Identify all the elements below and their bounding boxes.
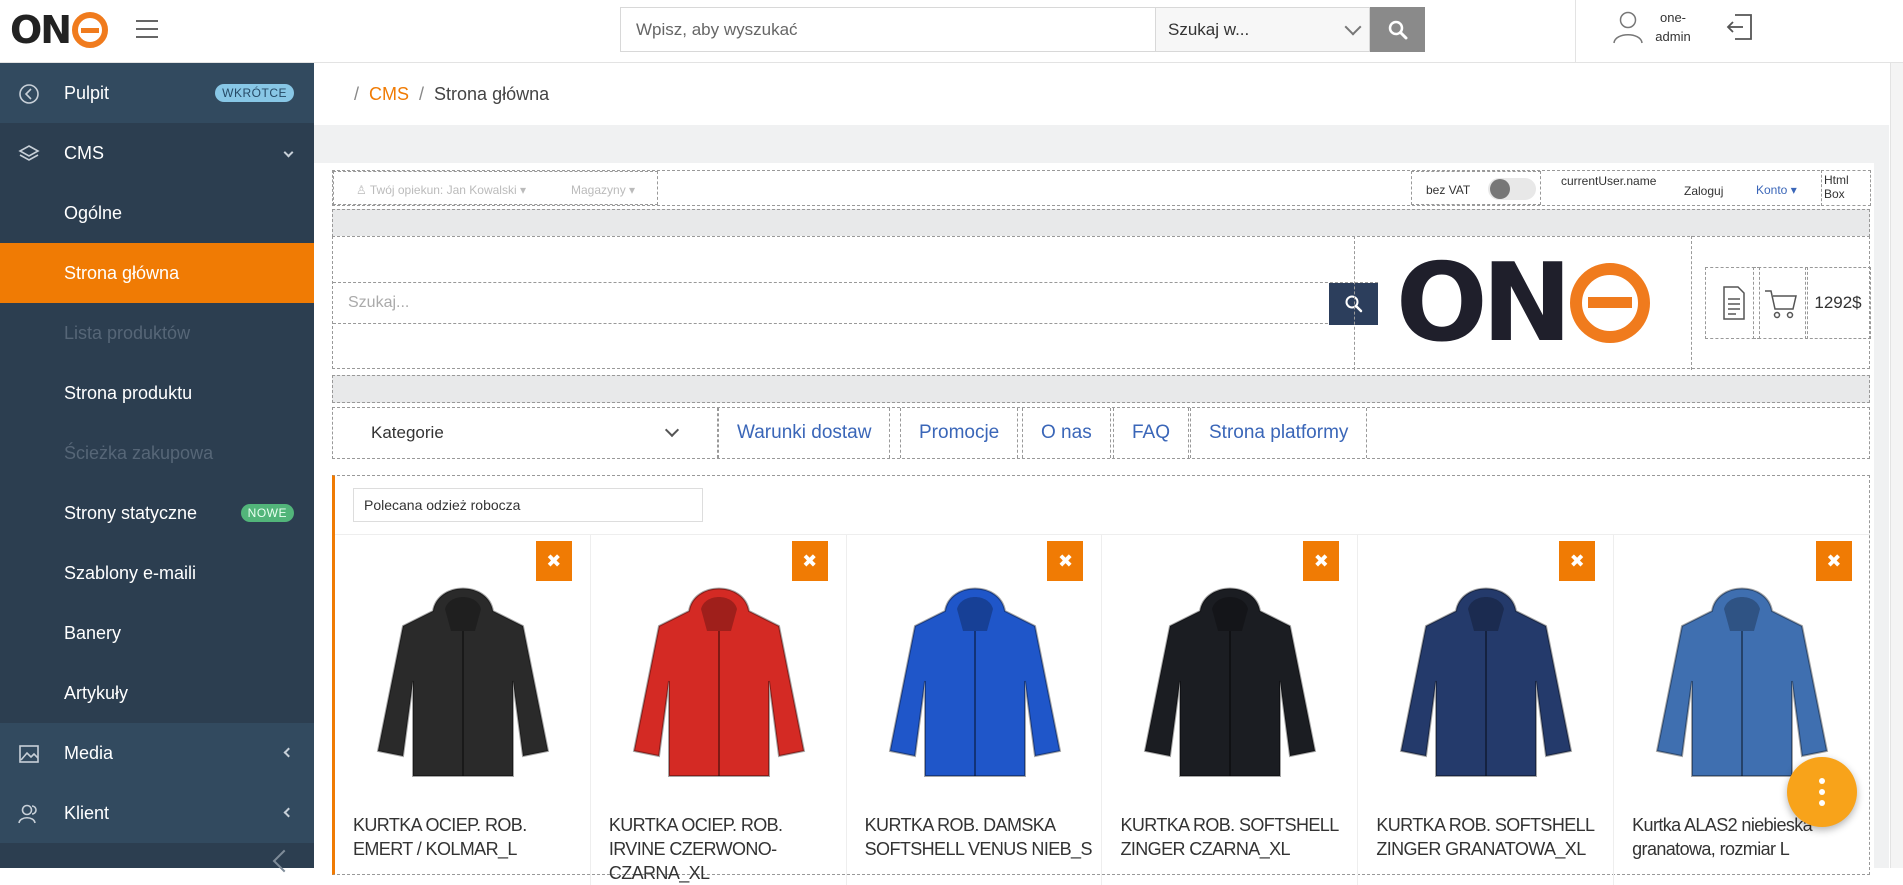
global-search-input[interactable] — [620, 7, 1155, 52]
sidebar-item-media[interactable]: Media — [0, 723, 314, 783]
sidebar-item-strony-statyczne[interactable]: Strony statyczne NOWE — [0, 483, 314, 543]
sidebar-item-cms[interactable]: CMS — [0, 123, 314, 183]
sidebar: Pulpit WKRÓTCE CMS Ogólne Strona główna … — [0, 63, 314, 873]
layers-icon — [18, 145, 40, 161]
chevron-left-icon — [283, 807, 294, 818]
nav-link-about[interactable]: O nas — [1022, 408, 1111, 458]
dot-icon — [1819, 789, 1825, 795]
nav-link-faq[interactable]: FAQ — [1113, 408, 1190, 458]
product-tile[interactable]: ✖ KURTKA ROB. SOFTSHELL ZINGER CZARNA_XL — [1102, 535, 1359, 885]
search-icon — [1388, 20, 1407, 39]
search-scope-value: Szukaj w... — [1168, 19, 1250, 39]
shop-search-input[interactable] — [333, 283, 1329, 323]
sidebar-item-strona-glowna[interactable]: Strona główna — [0, 243, 314, 303]
preview-top-bar[interactable]: ♙ Twój opiekun: Jan Kowalski ▾ Magazyny … — [332, 170, 1871, 206]
document-icon-box[interactable] — [1705, 267, 1760, 339]
sidebar-item-strona-produktu[interactable]: Strona produktu — [0, 363, 314, 423]
dot-icon — [1819, 778, 1825, 784]
login-link[interactable]: Zaloguj — [1684, 184, 1723, 198]
preview-spacer-bar — [332, 209, 1870, 237]
new-badge: NOWE — [240, 504, 294, 522]
product-image — [1400, 587, 1573, 777]
sidebar-item-sciezka-zakupowa: Ścieżka zakupowa — [64, 442, 214, 463]
product-tile[interactable]: ✖ KURTKA OCIEP. ROB. EMERT / KOLMAR_L — [335, 535, 591, 885]
nav-link-platform[interactable]: Strona platformy — [1190, 408, 1368, 458]
coming-soon-badge: WKRÓTCE — [215, 84, 294, 102]
global-search-button[interactable] — [1370, 7, 1425, 52]
dot-icon — [1819, 800, 1825, 806]
logout-icon — [1726, 14, 1752, 40]
guardian-label: ♙ Twój opiekun: Jan Kowalski ▾ — [356, 183, 526, 197]
sidebar-item-pulpit[interactable]: Pulpit WKRÓTCE — [0, 63, 314, 123]
html-box[interactable]: Html Box — [1821, 170, 1871, 206]
users-icon — [18, 804, 37, 824]
image-icon — [19, 745, 39, 763]
featured-products-section[interactable]: ✖KURTKA OCIEP. ROB. EMERT / KOLMAR_L✖KUR… — [332, 475, 1870, 885]
cart-icon-box[interactable] — [1753, 267, 1808, 339]
account-dropdown[interactable]: Konto ▾ — [1756, 183, 1797, 197]
breadcrumb-cms[interactable]: CMS — [369, 84, 409, 105]
product-image — [888, 587, 1061, 777]
cart-total: 1292$ — [1805, 267, 1871, 339]
sidebar-item-ogolne[interactable]: Ogólne — [0, 183, 314, 243]
preview-header[interactable]: ON 1292$ — [332, 236, 1871, 370]
vat-toggle[interactable] — [1488, 178, 1536, 200]
user-icon — [1613, 11, 1643, 44]
top-bar: ON Szukaj w... one- admin — [0, 0, 1903, 63]
chevron-down-icon — [1344, 18, 1362, 35]
product-image — [1144, 587, 1317, 777]
chevron-down-icon — [664, 422, 680, 438]
search-scope-select[interactable]: Szukaj w... — [1155, 7, 1370, 52]
more-actions-button[interactable] — [1787, 757, 1857, 827]
section-title-input[interactable] — [353, 488, 703, 522]
product-tile[interactable]: ✖ Kurtka ALAS2 niebieska granatowa, rozmi… — [1614, 535, 1870, 885]
product-name[interactable]: KURTKA OCIEP. ROB. EMERT / KOLMAR_L — [353, 813, 583, 861]
categories-dropdown[interactable]: Kategorie — [333, 408, 718, 458]
sidebar-item-artykuly[interactable]: Artykuły — [0, 663, 314, 723]
menu-toggle-icon[interactable] — [136, 20, 158, 38]
sidebar-item-banery[interactable]: Banery — [0, 603, 314, 663]
document-icon — [1722, 286, 1745, 320]
product-image — [632, 587, 806, 777]
vat-block[interactable]: bez VAT — [1411, 171, 1541, 205]
dashboard-icon — [19, 84, 39, 104]
product-name[interactable]: KURTKA ROB. SOFTSHELL ZINGER GRANATOWA_X… — [1376, 813, 1606, 861]
product-name[interactable]: KURTKA ROB. DAMSKA SOFTSHELL VENUS NIEB_… — [865, 813, 1095, 861]
collapse-sidebar-icon[interactable] — [272, 849, 296, 873]
global-search: Szukaj w... — [620, 7, 1425, 52]
app-logo[interactable]: ON — [10, 8, 109, 52]
chevron-down-icon — [283, 147, 294, 158]
nav-link-delivery[interactable]: Warunki dostaw — [718, 408, 891, 458]
shop-search — [333, 282, 1378, 325]
sidebar-item-szablony-e-maili[interactable]: Szablony e-maili — [0, 543, 314, 603]
preview-spacer-bar — [332, 375, 1870, 403]
product-image — [376, 587, 550, 777]
product-list: ✖ KURTKA OCIEP. ROB. EMERT / KOLMAR_L ✖ KUR… — [335, 534, 1870, 885]
user-name: one- admin — [1655, 10, 1691, 44]
warehouses-dropdown[interactable]: Magazyny ▾ — [571, 183, 635, 197]
product-tile[interactable]: ✖ KURTKA ROB. DAMSKA SOFTSHELL VENUS NIEB… — [847, 535, 1103, 885]
product-name[interactable]: KURTKA ROB. SOFTSHELL ZINGER CZARNA_XL — [1120, 813, 1350, 861]
product-tile[interactable]: ✖ KURTKA ROB. SOFTSHELL ZINGER GRANATOWA_… — [1358, 535, 1615, 885]
nav-link-promotions[interactable]: Promocje — [900, 408, 1019, 458]
preview-navigation: Kategorie Warunki dostaw Promocje O nas … — [332, 407, 1870, 459]
product-name[interactable]: KURTKA OCIEP. ROB. IRVINE CZERWONO-CZARN… — [609, 813, 839, 885]
breadcrumb: / CMS / Strona główna — [314, 63, 1889, 125]
page-preview: ♙ Twój opiekun: Jan Kowalski ▾ Magazyny … — [314, 163, 1874, 885]
main-content: / CMS / Strona główna ♙ Twój opiekun: Ja… — [314, 63, 1889, 885]
shop-logo[interactable]: ON — [1354, 236, 1692, 370]
user-menu[interactable]: one- admin — [1612, 8, 1694, 46]
chevron-left-icon — [283, 747, 294, 758]
topbar-divider — [1575, 0, 1576, 63]
top-left-block[interactable]: ♙ Twój opiekun: Jan Kowalski ▾ Magazyny … — [333, 171, 658, 205]
product-tile[interactable]: ✖ KURTKA OCIEP. ROB. IRVINE CZERWONO-CZAR… — [591, 535, 847, 885]
page-scrollbar[interactable] — [1890, 63, 1903, 868]
sidebar-item-lista-produktow: Lista produktów — [64, 322, 191, 343]
sidebar-item-klient[interactable]: Klient — [0, 783, 314, 843]
current-user-label: currentUser.name — [1561, 174, 1657, 188]
cart-icon — [1764, 290, 1797, 319]
logout-button[interactable] — [1725, 12, 1755, 47]
breadcrumb-current: Strona główna — [434, 83, 550, 104]
